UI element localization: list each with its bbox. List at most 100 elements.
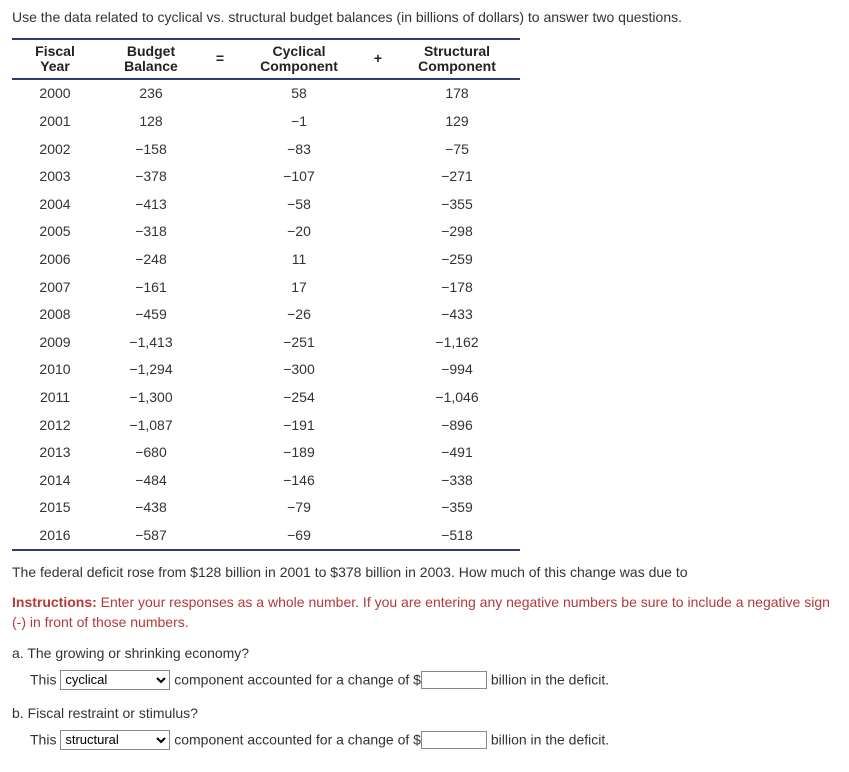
cell-cyclical: 17: [236, 274, 362, 302]
cell-op: [362, 191, 394, 219]
cell-op: [362, 522, 394, 551]
part-a-suffix: billion in the deficit.: [487, 671, 609, 687]
cell-cyclical: −69: [236, 522, 362, 551]
instructions-text: Enter your responses as a whole number. …: [12, 594, 830, 630]
cell-balance: −1,087: [98, 412, 204, 440]
cell-balance: −459: [98, 301, 204, 329]
budget-table: Fiscal Year Budget Balance = Cyclical Co…: [12, 38, 520, 552]
table-row: 2012−1,087−191−896: [12, 412, 520, 440]
cell-op: [362, 329, 394, 357]
cell-balance: −680: [98, 439, 204, 467]
cell-op: [204, 522, 236, 551]
cell-year: 2004: [12, 191, 98, 219]
table-row: 2001128 −1 129: [12, 108, 520, 136]
cell-structural: −433: [394, 301, 520, 329]
cell-balance: 128: [98, 108, 204, 136]
cell-cyclical: −1: [236, 108, 362, 136]
cell-cyclical: −107: [236, 163, 362, 191]
cell-op: [362, 412, 394, 440]
cell-cyclical: −20: [236, 218, 362, 246]
cell-structural: −355: [394, 191, 520, 219]
cell-structural: −75: [394, 136, 520, 164]
cell-op: [204, 384, 236, 412]
cell-balance: −378: [98, 163, 204, 191]
cell-structural: −518: [394, 522, 520, 551]
table-row: 2007−16117−178: [12, 274, 520, 302]
cell-cyclical: −254: [236, 384, 362, 412]
table-row: 2016−587 −69 −518: [12, 522, 520, 551]
cell-year: 2014: [12, 467, 98, 495]
cell-op: [204, 412, 236, 440]
cell-structural: −896: [394, 412, 520, 440]
cell-cyclical: 58: [236, 79, 362, 108]
table-row: 2009−1,413−251−1,162: [12, 329, 520, 357]
cell-year: 2002: [12, 136, 98, 164]
cell-structural: 129: [394, 108, 520, 136]
cell-year: 2001: [12, 108, 98, 136]
cell-op: [204, 108, 236, 136]
cell-op: [204, 467, 236, 495]
cell-balance: −484: [98, 467, 204, 495]
part-a-middle: component accounted for a change of $: [170, 671, 421, 687]
cell-op: [204, 79, 236, 108]
cell-balance: −1,413: [98, 329, 204, 357]
col-header-equals: =: [204, 39, 236, 80]
cell-op: [204, 191, 236, 219]
cell-structural: −359: [394, 494, 520, 522]
cell-year: 2013: [12, 439, 98, 467]
cell-structural: −259: [394, 246, 520, 274]
cell-cyclical: −300: [236, 356, 362, 384]
part-b-amount-input[interactable]: [421, 731, 487, 749]
cell-balance: −248: [98, 246, 204, 274]
part-a-component-select[interactable]: cyclicalstructural: [60, 670, 170, 690]
part-a-answer-line: This cyclicalstructural component accoun…: [30, 670, 837, 690]
cell-op: [362, 274, 394, 302]
part-a-amount-input[interactable]: [421, 671, 487, 689]
cell-op: [362, 218, 394, 246]
cell-op: [362, 494, 394, 522]
cell-cyclical: −79: [236, 494, 362, 522]
table-row: 2004−413−58−355: [12, 191, 520, 219]
col-header-fiscal-year: Fiscal Year: [12, 39, 98, 80]
cell-year: 2000: [12, 79, 98, 108]
cell-op: [204, 301, 236, 329]
cell-cyclical: −146: [236, 467, 362, 495]
table-row: 2008−459−26−433: [12, 301, 520, 329]
col-header-structural: Structural Component: [394, 39, 520, 80]
cell-op: [362, 356, 394, 384]
cell-op: [204, 274, 236, 302]
cell-op: [362, 384, 394, 412]
cell-year: 2016: [12, 522, 98, 551]
cell-balance: −1,300: [98, 384, 204, 412]
cell-op: [362, 439, 394, 467]
cell-year: 2005: [12, 218, 98, 246]
cell-balance: −161: [98, 274, 204, 302]
cell-op: [362, 301, 394, 329]
cell-structural: −271: [394, 163, 520, 191]
cell-year: 2003: [12, 163, 98, 191]
cell-structural: −994: [394, 356, 520, 384]
cell-cyclical: −83: [236, 136, 362, 164]
cell-cyclical: 11: [236, 246, 362, 274]
table-row: 200023658178: [12, 79, 520, 108]
cell-op: [362, 246, 394, 274]
part-b-suffix: billion in the deficit.: [487, 731, 609, 747]
cell-op: [362, 136, 394, 164]
table-row: 2002−158−83−75: [12, 136, 520, 164]
cell-balance: −318: [98, 218, 204, 246]
col-header-plus: +: [362, 39, 394, 80]
cell-op: [362, 467, 394, 495]
cell-balance: −587: [98, 522, 204, 551]
cell-structural: −178: [394, 274, 520, 302]
cell-op: [204, 494, 236, 522]
table-row: 2006−24811−259: [12, 246, 520, 274]
table-row: 2013−680−189−491: [12, 439, 520, 467]
part-b-prompt: b. Fiscal restraint or stimulus?: [12, 704, 837, 724]
cell-structural: −1,162: [394, 329, 520, 357]
table-row: 2011−1,300−254−1,046: [12, 384, 520, 412]
table-row: 2010−1,294−300−994: [12, 356, 520, 384]
part-a-prefix: This: [30, 671, 60, 687]
cell-op: [204, 356, 236, 384]
cell-cyclical: −189: [236, 439, 362, 467]
cell-op: [204, 246, 236, 274]
